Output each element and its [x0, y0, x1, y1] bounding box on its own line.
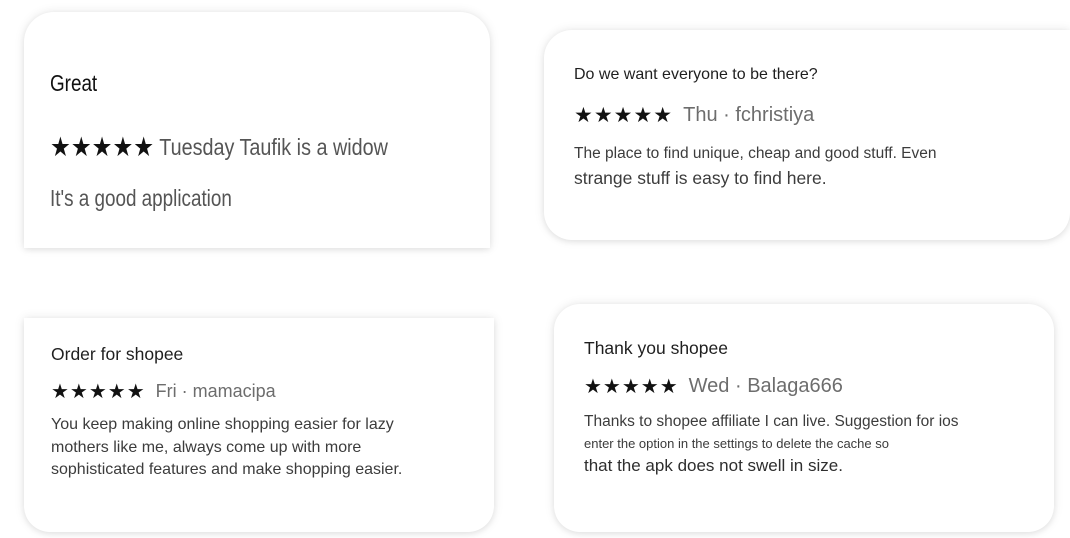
review-title: Order for shopee [51, 344, 184, 364]
review-card: Do we want everyone to be there? ★★★★★ T… [544, 30, 1070, 240]
review-body-line: The place to find unique, cheap and good… [574, 145, 937, 162]
review-card: Great ★★★★★ Tuesday Taufik is a widow It… [24, 12, 490, 248]
review-body-line: that the apk does not swell in size. [584, 456, 843, 475]
review-body: The place to find unique, cheap and good… [574, 142, 937, 190]
review-body-line: sophisticated features and make shopping… [51, 461, 403, 478]
star-rating-icon: ★★★★★ [574, 104, 674, 127]
review-body-line: It's a good application [50, 185, 232, 211]
review-body-line: Thanks to shopee affiliate I can live. S… [584, 413, 959, 430]
review-body-line: strange stuff is easy to find here. [574, 168, 827, 188]
star-rating-icon: ★★★★★ [584, 376, 679, 398]
review-title: Thank you shopee [584, 338, 728, 358]
review-body: You keep making online shopping easier f… [51, 414, 402, 482]
review-card: Order for shopee ★★★★★ Fri · mamacipa Yo… [24, 318, 494, 532]
review-body-line: enter the option in the settings to dele… [584, 436, 889, 451]
review-rating-row: ★★★★★ Fri · mamacipa [51, 379, 276, 404]
review-meta: Wed · Balaga666 [688, 375, 843, 397]
review-meta: Fri · mamacipa [155, 381, 276, 401]
review-body: Thanks to shopee affiliate I can live. S… [584, 410, 959, 478]
star-rating-icon: ★★★★★ [50, 132, 155, 162]
review-title: Do we want everyone to be there? [574, 66, 818, 83]
review-body-line: mothers like me, always come up with mor… [51, 438, 362, 456]
review-rating-row: ★★★★★ Wed · Balaga666 [584, 374, 843, 399]
review-meta: Tuesday Taufik is a widow [159, 134, 388, 160]
review-title: Great [50, 70, 98, 96]
review-body-line: You keep making online shopping easier f… [51, 416, 394, 433]
review-card: Thank you shopee ★★★★★ Wed · Balaga666 T… [554, 304, 1054, 532]
review-meta: Thu · fchristiya [683, 104, 815, 126]
star-rating-icon: ★★★★★ [51, 381, 146, 403]
review-body: It's a good application [50, 185, 232, 212]
review-rating-row: ★★★★★ Thu · fchristiya [574, 103, 814, 128]
review-rating-row: ★★★★★ Tuesday Taufik is a widow [50, 132, 388, 163]
